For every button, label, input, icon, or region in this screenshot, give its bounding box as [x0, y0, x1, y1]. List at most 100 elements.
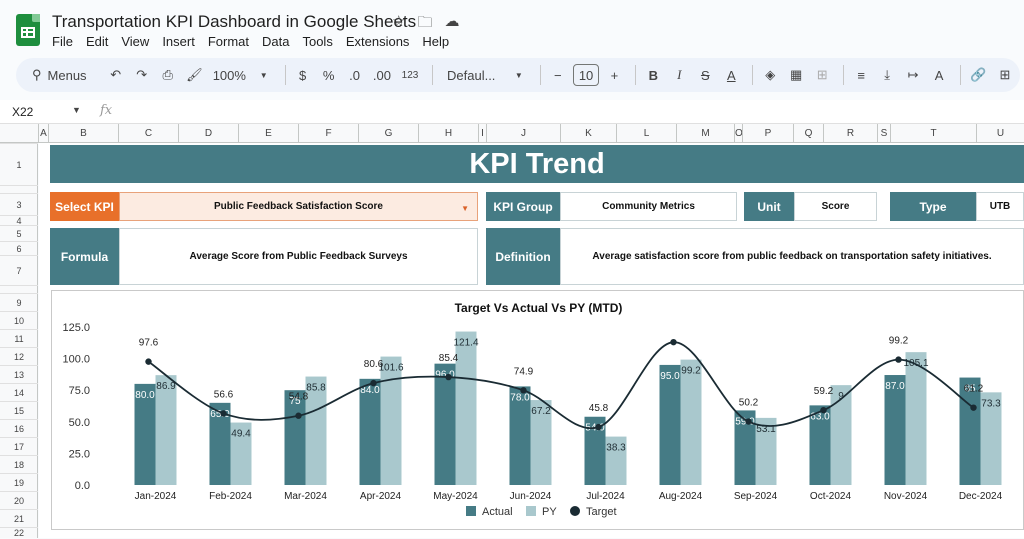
x-tick-label: Feb-2024 [209, 491, 252, 502]
redo-icon[interactable]: ↷ [131, 62, 153, 88]
text-rotation-icon[interactable]: A [928, 62, 950, 88]
row-header-3[interactable]: 3 [0, 193, 38, 215]
column-header-t[interactable]: T [890, 124, 976, 143]
column-header-u[interactable]: U [976, 124, 1024, 143]
percent-button[interactable]: % [318, 62, 340, 88]
align-left-icon[interactable]: ≡ [850, 62, 872, 88]
target-point [595, 423, 602, 431]
row-header-5[interactable]: 5 [0, 225, 38, 241]
column-header-k[interactable]: K [560, 124, 616, 143]
menu-file[interactable]: File [52, 34, 73, 49]
menu-view[interactable]: View [121, 34, 149, 49]
borders-icon[interactable]: ▦ [785, 62, 807, 88]
row-header-4[interactable]: 4 [0, 215, 38, 226]
column-header-o[interactable]: O [734, 124, 743, 143]
row-header-16[interactable]: 16 [0, 419, 38, 437]
row-header-22[interactable]: 22 [0, 527, 38, 538]
row-header-19[interactable]: 19 [0, 473, 38, 491]
menu-insert[interactable]: Insert [162, 34, 195, 49]
bold-button[interactable]: B [642, 62, 664, 88]
target-point [145, 358, 152, 365]
strikethrough-icon[interactable]: S [694, 62, 716, 88]
chevron-down-icon[interactable]: ▼ [72, 105, 81, 115]
title-bar: Transportation KPI Dashboard in Google S… [0, 0, 1024, 56]
row-header-7[interactable]: 7 [0, 255, 38, 285]
zoom-select[interactable]: 100% [210, 62, 249, 88]
row-header-13[interactable]: 13 [0, 365, 38, 383]
insert-link-icon[interactable]: 🔗 [967, 62, 990, 88]
target-vs-actual-chart[interactable]: Target Vs Actual Vs PY (MTD) 0.0 25.0 50.0… [51, 290, 1024, 530]
font-size-increase-icon[interactable]: + [603, 62, 625, 88]
divider [752, 65, 754, 85]
font-size-input[interactable]: 10 [572, 64, 600, 86]
row-header-2[interactable] [0, 185, 38, 193]
row-header-8[interactable] [0, 285, 38, 293]
column-header-q[interactable]: Q [793, 124, 823, 143]
menu-tools[interactable]: Tools [302, 34, 332, 49]
column-header-l[interactable]: L [616, 124, 676, 143]
menu-format[interactable]: Format [208, 34, 249, 49]
column-header-j[interactable]: J [486, 124, 560, 143]
menu-extensions[interactable]: Extensions [346, 34, 410, 49]
row-header-6[interactable]: 6 [0, 241, 38, 255]
chevron-down-icon[interactable]: ▼ [461, 204, 469, 213]
column-header-p[interactable]: P [742, 124, 793, 143]
decrease-decimal-button[interactable]: .0 [344, 62, 366, 88]
column-header-i[interactable]: I [478, 124, 486, 143]
py-data-label: 67.2 [531, 406, 551, 417]
menu-edit[interactable]: Edit [86, 34, 108, 49]
chevron-down-icon[interactable]: ▼ [508, 62, 530, 88]
print-icon[interactable]: ⎙ [157, 62, 179, 88]
row-header-1[interactable]: 1 [0, 143, 38, 185]
row-header-20[interactable]: 20 [0, 491, 38, 509]
actual-data-label: 95.0 [660, 371, 680, 382]
row-header-14[interactable]: 14 [0, 383, 38, 401]
actual-data-label: 96.0 [435, 370, 455, 381]
menu-help[interactable]: Help [422, 34, 449, 49]
insert-comment-icon[interactable]: ⊞ [994, 62, 1016, 88]
row-header-17[interactable]: 17 [0, 437, 38, 455]
column-header-d[interactable]: D [178, 124, 238, 143]
document-title[interactable]: Transportation KPI Dashboard in Google S… [52, 12, 416, 32]
column-header-h[interactable]: H [418, 124, 478, 143]
column-header-f[interactable]: F [298, 124, 358, 143]
row-header-18[interactable]: 18 [0, 455, 38, 473]
increase-decimal-button[interactable]: .00 [370, 62, 395, 88]
undo-icon[interactable]: ↶ [105, 62, 127, 88]
currency-button[interactable]: $ [292, 62, 314, 88]
column-header-m[interactable]: M [676, 124, 734, 143]
row-header-10[interactable]: 10 [0, 311, 38, 329]
column-header-r[interactable]: R [823, 124, 877, 143]
text-wrap-icon[interactable]: ↦ [902, 62, 924, 88]
menu-data[interactable]: Data [262, 34, 289, 49]
column-header-a[interactable]: A [38, 124, 48, 143]
target-point [670, 338, 677, 346]
column-header-g[interactable]: G [358, 124, 418, 143]
number-format-button[interactable]: 123 [398, 62, 421, 88]
text-color-button[interactable]: A [720, 62, 742, 88]
target-point [520, 387, 527, 394]
column-header-c[interactable]: C [118, 124, 178, 143]
merge-cells-icon[interactable]: ⊞ [811, 62, 833, 88]
row-header-12[interactable]: 12 [0, 347, 38, 365]
valign-bottom-icon[interactable]: ⤓ [876, 62, 898, 88]
row-header-9[interactable]: 9 [0, 293, 38, 311]
name-box[interactable]: X22 [12, 105, 33, 119]
column-header-b[interactable]: B [48, 124, 118, 143]
column-header-e[interactable]: E [238, 124, 298, 143]
menus-search[interactable]: ⚲ Menus [26, 62, 101, 88]
row-header-21[interactable]: 21 [0, 509, 38, 527]
py-bar [455, 331, 477, 485]
chevron-down-icon[interactable]: ▼ [253, 62, 275, 88]
font-size-decrease-icon[interactable]: − [547, 62, 569, 88]
row-header-15[interactable]: 15 [0, 401, 38, 419]
select-kpi-dropdown[interactable]: Public Feedback Satisfaction Score ▼ [119, 192, 478, 221]
font-select[interactable]: Defaul... [439, 62, 504, 88]
sheets-logo-icon[interactable] [16, 14, 40, 46]
fill-color-icon[interactable]: ◈ [759, 62, 781, 88]
column-header-s[interactable]: S [877, 124, 890, 143]
row-header-11[interactable]: 11 [0, 329, 38, 347]
actual-bar [434, 363, 456, 485]
italic-button[interactable]: I [668, 62, 690, 88]
paint-format-icon[interactable]: 🖌 [183, 62, 206, 88]
